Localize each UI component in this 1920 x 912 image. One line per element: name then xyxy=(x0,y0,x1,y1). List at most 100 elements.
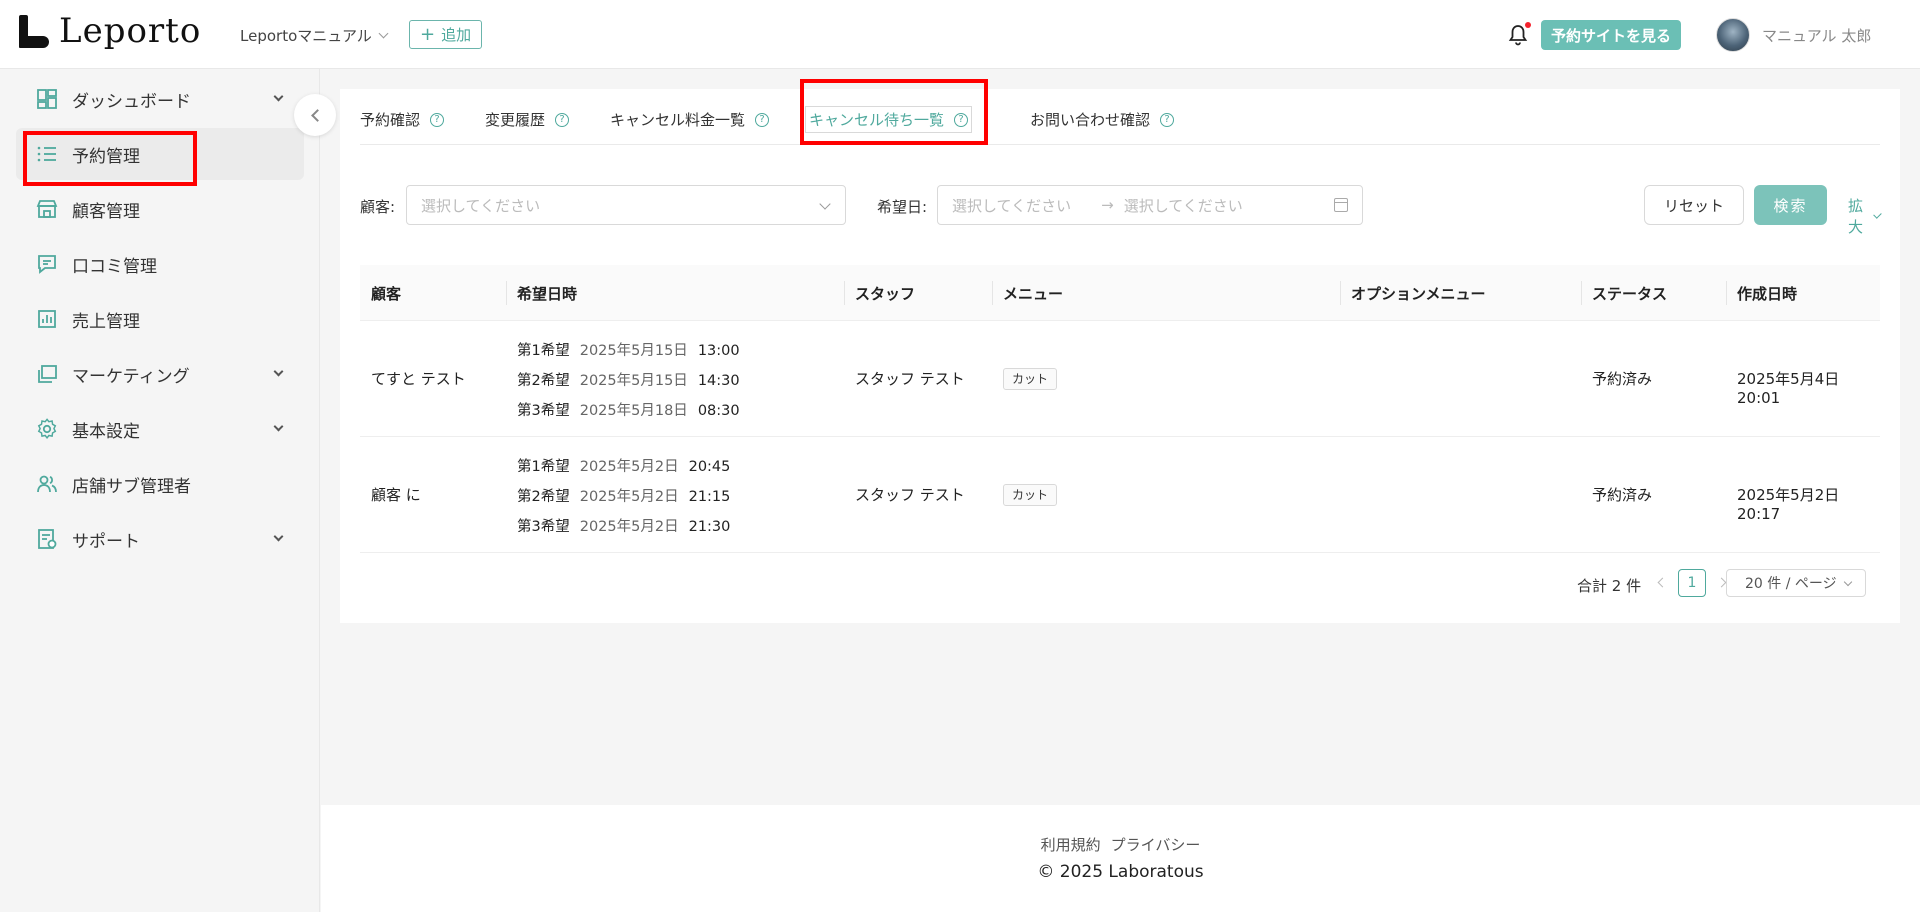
sidebar-item-sales[interactable]: 売上管理 xyxy=(16,293,304,345)
footer-links: 利用規約 プライバシー xyxy=(321,834,1920,855)
help-icon[interactable]: ? xyxy=(430,112,445,127)
pagination: 合計 2 件 1 20 件 / ページ xyxy=(340,569,1880,599)
date-range-picker[interactable]: 選択してください → 選択してください xyxy=(937,185,1363,225)
sidebar-item-settings[interactable]: 基本設定 xyxy=(16,403,304,455)
staff-cell: スタッフ テスト xyxy=(855,370,965,388)
staff-cell: スタッフ テスト xyxy=(855,486,965,504)
terms-link[interactable]: 利用規約 xyxy=(1041,836,1101,854)
privacy-link[interactable]: プライバシー xyxy=(1111,836,1201,854)
plus-icon: + xyxy=(420,23,436,45)
sidebar-item-label: 口コミ管理 xyxy=(72,256,157,277)
next-page-icon[interactable] xyxy=(1716,577,1727,588)
customer-select[interactable]: 選択してください xyxy=(406,185,846,225)
tab-reservation-confirm[interactable]: 予約確認? xyxy=(360,109,445,130)
tab-bar: 予約確認? 変更履歴? キャンセル料金一覧? キャンセル待ち一覧? お問い合わせ… xyxy=(360,89,1880,145)
sidebar-item-label: 基本設定 xyxy=(72,421,140,442)
created-at-cell: 2025年5月4日 20:01 xyxy=(1737,370,1840,407)
arrow-right-icon: → xyxy=(1101,196,1114,214)
filter-bar: 顧客: 選択してください 希望日: 選択してください → 選択してください リセ… xyxy=(360,185,1882,236)
help-icon[interactable]: ? xyxy=(954,112,969,127)
help-icon[interactable]: ? xyxy=(555,112,570,127)
sidebar-item-dashboard[interactable]: ダッシュボード xyxy=(16,73,304,125)
customer-cell: てすと テスト xyxy=(371,370,466,388)
chevron-down-icon xyxy=(273,91,284,102)
gear-icon xyxy=(36,418,58,440)
page-size-select[interactable]: 20 件 / ページ xyxy=(1726,569,1866,597)
notification-bell-icon[interactable] xyxy=(1508,22,1531,47)
sidebar-item-reviews[interactable]: 口コミ管理 xyxy=(16,238,304,290)
tab-label: お問い合わせ確認 xyxy=(1030,111,1151,129)
date-end-placeholder: 選択してください xyxy=(1123,196,1243,215)
document-icon xyxy=(36,528,58,550)
expand-button[interactable]: 拡大 xyxy=(1848,195,1882,237)
sidebar-item-label: 顧客管理 xyxy=(72,201,140,222)
sidebar-item-label: ダッシュボード xyxy=(72,91,191,112)
chevron-down-icon xyxy=(1873,209,1882,219)
logo-text: Leporto xyxy=(59,11,202,51)
preference-line: 第2希望 2025年5月2日 21:15 xyxy=(517,489,731,505)
tab-label: 予約確認 xyxy=(360,111,421,129)
preference-line: 第2希望 2025年5月15日 14:30 xyxy=(517,373,740,389)
chart-icon xyxy=(36,308,58,330)
table-header: 顧客 希望日時 スタッフ メニュー オプションメニュー ステータス 作成日時 xyxy=(360,265,1880,321)
tab-cancel-fees[interactable]: キャンセル料金一覧? xyxy=(610,109,770,130)
reset-button[interactable]: リセット xyxy=(1644,185,1744,225)
page-footer: 利用規約 プライバシー © 2025 Laboratous xyxy=(321,805,1920,912)
expand-label: 拡大 xyxy=(1848,197,1864,236)
table-row[interactable]: てすと テスト 第1希望 2025年5月15日 13:00 第2希望 2025年5月1… xyxy=(360,321,1880,437)
column-header: スタッフ xyxy=(855,285,916,303)
preference-line: 第1希望 2025年5月2日 20:45 xyxy=(517,459,731,475)
user-name[interactable]: マニュアル 太郎 xyxy=(1762,25,1871,46)
page-size-label: 20 件 / ページ xyxy=(1745,576,1837,592)
chevron-left-icon xyxy=(310,108,324,122)
sidebar-item-reservations[interactable]: 予約管理 xyxy=(16,128,304,180)
menu-tag: カット xyxy=(1003,368,1058,390)
date-start-placeholder: 選択してください xyxy=(952,196,1072,215)
tab-label: キャンセル待ち一覧 xyxy=(809,111,945,129)
chevron-down-icon xyxy=(273,366,284,377)
sidebar-item-label: 店舗サブ管理者 xyxy=(72,476,191,497)
column-header: メニュー xyxy=(1003,285,1064,303)
total-count: 合計 2 件 xyxy=(1577,577,1642,595)
table-row[interactable]: 顧客 に 第1希望 2025年5月2日 20:45 第2希望 2025年5月2日 21:… xyxy=(360,437,1880,553)
sidebar-collapse-button[interactable] xyxy=(294,94,336,136)
waitlist-table: 顧客 希望日時 スタッフ メニュー オプションメニュー ステータス 作成日時 て… xyxy=(360,265,1880,553)
store-name: Leportoマニュアル xyxy=(240,27,372,45)
tab-change-history[interactable]: 変更履歴? xyxy=(485,109,570,130)
preference-line: 第3希望 2025年5月2日 21:30 xyxy=(517,519,731,535)
help-icon[interactable]: ? xyxy=(755,112,770,127)
app-header: Leporto Leportoマニュアル + 追加 予約サイトを見る マニュアル… xyxy=(0,0,1920,69)
preference-line: 第1希望 2025年5月15日 13:00 xyxy=(517,343,740,359)
prev-page-icon[interactable] xyxy=(1657,577,1668,588)
logo-mark-icon xyxy=(19,14,49,48)
sidebar-item-label: サポート xyxy=(72,531,140,552)
sidebar-item-support[interactable]: サポート xyxy=(16,513,304,565)
sidebar-item-marketing[interactable]: マーケティング xyxy=(16,348,304,400)
list-icon xyxy=(36,143,58,165)
comment-icon xyxy=(36,253,58,275)
sidebar-item-sub-admins[interactable]: 店舗サブ管理者 xyxy=(16,458,304,510)
store-selector[interactable]: Leportoマニュアル xyxy=(240,25,389,46)
sidebar-item-customers[interactable]: 顧客管理 xyxy=(16,183,304,235)
chevron-down-icon xyxy=(273,421,284,432)
tab-label: キャンセル料金一覧 xyxy=(610,111,746,129)
avatar[interactable] xyxy=(1716,18,1750,52)
customer-filter-label: 顧客: xyxy=(360,198,396,216)
tab-waitlist[interactable]: キャンセル待ち一覧? xyxy=(805,106,973,133)
customer-select-placeholder: 選択してください xyxy=(421,196,541,215)
sidebar-item-label: マーケティング xyxy=(72,366,190,387)
date-filter-label: 希望日: xyxy=(877,198,928,216)
column-header: 作成日時 xyxy=(1737,285,1798,303)
calendar-icon xyxy=(1334,198,1348,212)
column-header: 顧客 xyxy=(371,285,402,303)
add-button[interactable]: + 追加 xyxy=(409,20,483,49)
copyright: © 2025 Laboratous xyxy=(1037,862,1204,882)
sidebar-item-label: 予約管理 xyxy=(72,146,140,167)
page-number[interactable]: 1 xyxy=(1678,569,1706,597)
search-button[interactable]: 検索 xyxy=(1754,185,1827,225)
help-icon[interactable]: ? xyxy=(1160,112,1175,127)
logo[interactable]: Leporto xyxy=(19,14,201,48)
tab-inquiries[interactable]: お問い合わせ確認? xyxy=(1030,109,1175,130)
column-header: オプションメニュー xyxy=(1351,285,1486,303)
view-booking-site-button[interactable]: 予約サイトを見る xyxy=(1541,20,1682,50)
